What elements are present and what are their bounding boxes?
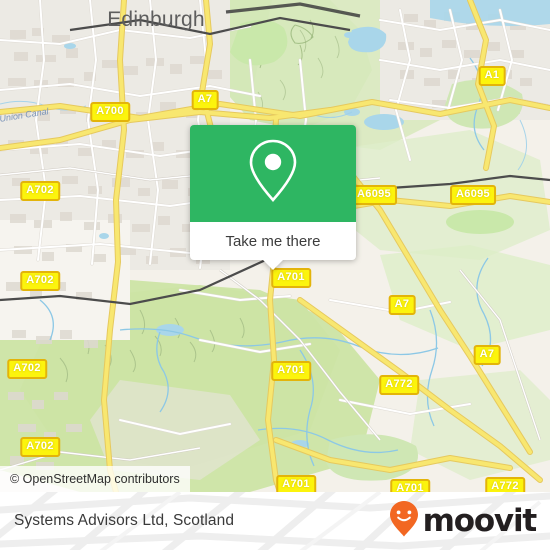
moovit-pin-icon xyxy=(389,500,419,543)
road-shield-a702: A702 xyxy=(20,271,60,291)
popup-action-bar[interactable]: Take me there xyxy=(190,222,356,260)
road-shield-a7: A7 xyxy=(473,345,501,365)
osm-attribution-text: © OpenStreetMap contributors xyxy=(10,472,180,486)
popup-action-label: Take me there xyxy=(225,232,321,250)
map-pin-icon xyxy=(247,138,299,209)
road-shield-a7: A7 xyxy=(191,90,219,110)
popup-icon-area xyxy=(190,125,356,222)
osm-attribution[interactable]: © OpenStreetMap contributors xyxy=(0,466,190,492)
road-shield-a701: A701 xyxy=(271,268,311,288)
road-shield-a1: A1 xyxy=(478,66,506,86)
map-screenshot: Edinburgh Union Canal A700 A7 A1 A702 A6095 A6… xyxy=(0,0,550,550)
footer-bar: Systems Advisors Ltd, Scotland moovit xyxy=(0,492,550,550)
road-shield-a6095: A6095 xyxy=(450,185,496,205)
road-shield-a701: A701 xyxy=(276,475,316,492)
moovit-logo[interactable]: moovit xyxy=(389,500,538,543)
road-shield-a701: A701 xyxy=(390,479,430,492)
road-shield-a7: A7 xyxy=(388,295,416,315)
road-shield-a702: A702 xyxy=(7,359,47,379)
road-shield-a772: A772 xyxy=(485,477,525,492)
popup-pointer-tail xyxy=(262,259,284,270)
road-shield-a701: A701 xyxy=(271,361,311,381)
map-label-edinburgh: Edinburgh xyxy=(107,8,205,31)
road-shield-a772: A772 xyxy=(379,375,419,395)
location-title: Systems Advisors Ltd, Scotland xyxy=(14,512,235,529)
road-shield-a700: A700 xyxy=(90,102,130,122)
road-shield-a702: A702 xyxy=(20,181,60,201)
road-shield-a702: A702 xyxy=(20,437,60,457)
road-shield-a6095: A6095 xyxy=(351,185,397,205)
take-me-there-popup[interactable]: Take me there xyxy=(190,125,356,270)
moovit-wordmark: moovit xyxy=(422,502,538,539)
